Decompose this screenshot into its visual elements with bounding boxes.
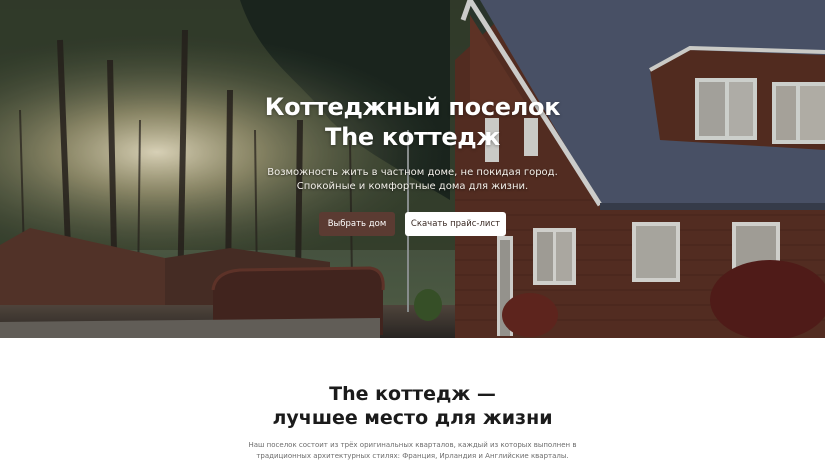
hero-subtitle: Возможность жить в частном доме, не поки… bbox=[267, 167, 558, 192]
hero-section: Коттеджный поселок The коттедж Возможнос… bbox=[0, 0, 825, 338]
about-title: The коттедж — лучшее место для жизни bbox=[0, 382, 825, 430]
hero-buttons: Выбрать дом Скачать прайс-лист bbox=[0, 212, 825, 236]
hero-title-line-1: Коттеджный поселок bbox=[264, 93, 561, 121]
download-price-list-button[interactable]: Скачать прайс-лист bbox=[405, 212, 506, 236]
about-text: Наш поселок состоит из трёх оригинальных… bbox=[248, 441, 577, 460]
about-title-line-2: лучшее место для жизни bbox=[272, 407, 553, 429]
hero-title-line-2: The коттедж bbox=[325, 123, 500, 151]
choose-house-button[interactable]: Выбрать дом bbox=[319, 212, 395, 236]
about-title-line-1: The коттедж — bbox=[329, 383, 496, 405]
hero-title: Коттеджный поселок The коттедж bbox=[0, 92, 825, 152]
hero-content: Коттеджный поселок The коттедж Возможнос… bbox=[0, 92, 825, 236]
about-section: The коттедж — лучшее место для жизни Наш… bbox=[0, 338, 825, 460]
